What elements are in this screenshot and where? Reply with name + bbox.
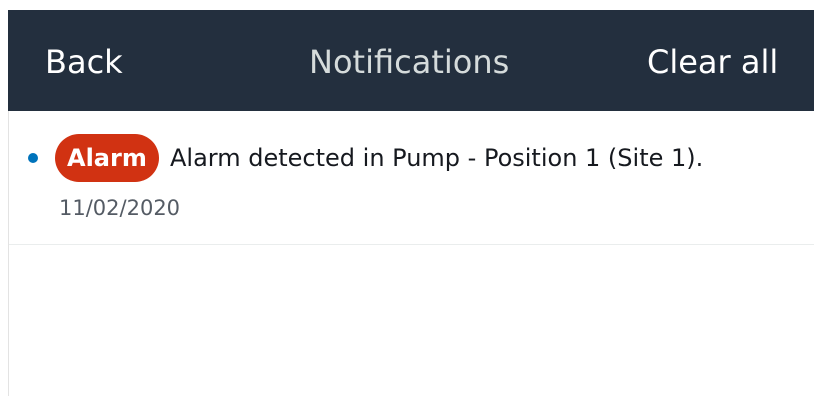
top-strip [0, 0, 814, 10]
clear-all-button[interactable]: Clear all [647, 42, 778, 82]
left-edge [0, 10, 8, 396]
unread-dot-icon [28, 153, 38, 163]
notification-date: 11/02/2020 [59, 196, 181, 220]
divider [9, 244, 814, 245]
alarm-badge: Alarm [55, 134, 159, 182]
back-button[interactable]: Back [45, 42, 123, 82]
header-bar: Back Notifications Clear all [8, 10, 814, 111]
page-title: Notifications [309, 43, 510, 81]
notifications-screen: Back Notifications Clear all Alarm Alarm… [0, 0, 814, 396]
notification-item[interactable]: Alarm Alarm detected in Pump - Position … [9, 111, 814, 244]
notification-message: Alarm detected in Pump - Position 1 (Sit… [170, 144, 704, 172]
